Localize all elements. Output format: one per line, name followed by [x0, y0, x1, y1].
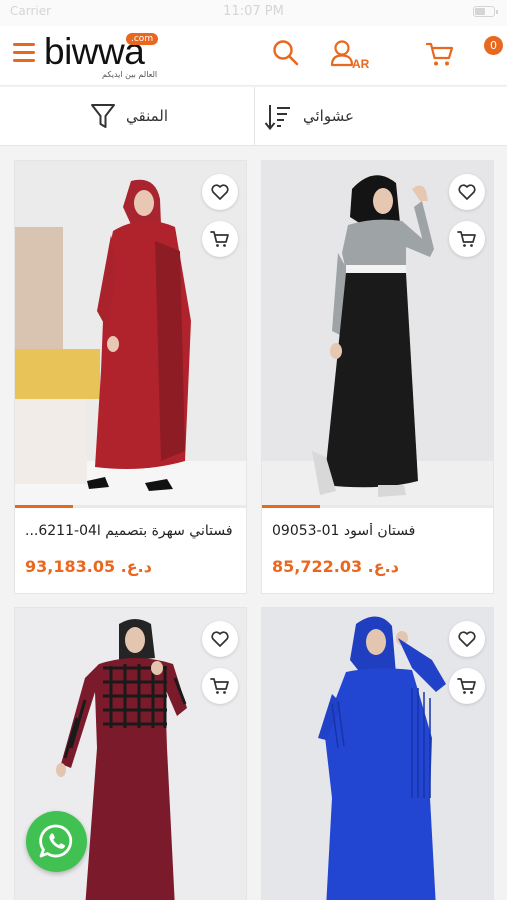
add-to-cart-button[interactable] — [449, 221, 485, 257]
product-card[interactable]: فستاني سهرة بتصميم ا04-6211... د.ع. 93,1… — [14, 160, 247, 594]
sort-button[interactable]: عشوائي — [255, 87, 507, 146]
filter-icon — [91, 104, 115, 128]
menu-icon[interactable] — [13, 43, 35, 65]
wishlist-button[interactable] — [202, 174, 238, 210]
product-image[interactable] — [15, 161, 246, 508]
heart-icon — [458, 184, 476, 200]
whatsapp-icon — [39, 824, 73, 858]
heart-icon — [211, 631, 229, 647]
whatsapp-chat-button[interactable] — [26, 811, 87, 872]
logo[interactable]: biwwa .com العالم بين ايديكم — [44, 32, 159, 82]
search-icon[interactable] — [272, 39, 300, 67]
product-price: د.ع. 93,183.05 — [25, 557, 152, 576]
add-to-cart-icon — [457, 678, 476, 694]
image-carousel-progress — [262, 505, 493, 508]
clock: 11:07 PM — [223, 4, 284, 19]
heart-icon — [211, 184, 229, 200]
cart-icon[interactable] — [425, 39, 455, 69]
product-price: د.ع. 85,722.03 — [272, 557, 399, 576]
sort-label: عشوائي — [303, 107, 354, 125]
add-to-cart-icon — [210, 231, 229, 247]
logo-tagline: العالم بين ايديكم — [102, 70, 158, 79]
add-to-cart-button[interactable] — [202, 221, 238, 257]
account-language-button[interactable]: AR — [330, 39, 374, 73]
filter-label: المنقي — [126, 107, 169, 125]
product-card[interactable] — [261, 607, 494, 900]
wishlist-button[interactable] — [449, 174, 485, 210]
status-bar: Carrier 11:07 PM — [0, 0, 507, 26]
add-to-cart-icon — [210, 678, 229, 694]
logo-com: .com — [126, 33, 159, 45]
add-to-cart-icon — [457, 231, 476, 247]
product-grid: فستاني سهرة بتصميم ا04-6211... د.ع. 93,1… — [0, 146, 507, 900]
app-header: biwwa .com العالم بين ايديكم AR 0 — [0, 26, 507, 86]
wishlist-button[interactable] — [449, 621, 485, 657]
add-to-cart-button[interactable] — [449, 668, 485, 704]
product-image[interactable] — [262, 608, 493, 900]
sort-filter-bar: المنقي عشوائي — [0, 87, 507, 146]
product-card[interactable]: فستان أسود 01-09053 د.ع. 85,722.03 — [261, 160, 494, 594]
heart-icon — [458, 631, 476, 647]
product-name[interactable]: فستان أسود 01-09053 — [272, 523, 484, 539]
filter-button[interactable]: المنقي — [0, 87, 253, 146]
wishlist-button[interactable] — [202, 621, 238, 657]
battery-icon — [473, 6, 498, 17]
product-image[interactable] — [262, 161, 493, 508]
image-carousel-progress — [15, 505, 246, 508]
cart-count-badge: 0 — [484, 36, 503, 55]
sort-icon — [264, 105, 290, 131]
language-label: AR — [352, 57, 370, 71]
add-to-cart-button[interactable] — [202, 668, 238, 704]
product-name[interactable]: فستاني سهرة بتصميم ا04-6211... — [25, 523, 237, 539]
